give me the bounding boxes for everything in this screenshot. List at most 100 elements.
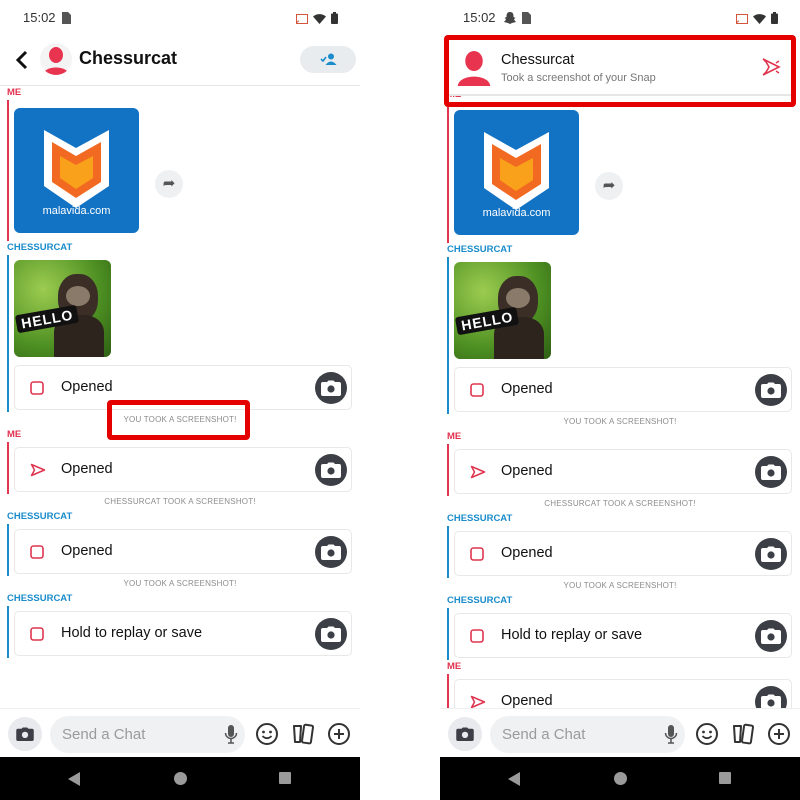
screenshot-notice: CHESSURCAT TOOK A SCREENSHOT! (544, 499, 696, 508)
snapchat-ghost-icon (504, 11, 516, 29)
add-plus-icon[interactable] (327, 722, 351, 746)
microphone-icon[interactable] (224, 725, 238, 750)
microphone-icon[interactable] (664, 725, 678, 750)
nav-back-icon[interactable] (66, 771, 82, 792)
snap-status-text: Opened (501, 693, 553, 709)
stickers-icon[interactable] (291, 722, 315, 746)
snap-message-card[interactable]: Opened (14, 529, 352, 574)
wifi-icon (313, 11, 326, 29)
chat-thread[interactable]: ME malavida.com ➦ CHESSURCAT HELLO Opened YOU … (440, 88, 800, 710)
chat-input[interactable]: Send a Chat (50, 716, 245, 753)
android-nav-bar (0, 757, 360, 800)
sender-label: CHESSURCAT (7, 593, 73, 604)
nav-home-icon[interactable] (613, 771, 628, 791)
camera-reply-button[interactable] (315, 372, 347, 404)
message-group: Opened (447, 674, 800, 710)
screenshot-notice: YOU TOOK A SCREENSHOT! (563, 417, 677, 426)
sender-label: ME (7, 87, 22, 98)
back-chevron-icon[interactable] (11, 47, 33, 73)
camera-reply-button[interactable] (755, 538, 787, 570)
add-friend-button[interactable] (300, 46, 356, 73)
battery-icon (331, 11, 338, 29)
snap-message-card[interactable]: Opened (14, 447, 352, 492)
snap-message-card[interactable]: Opened (454, 367, 792, 412)
snap-status-text: Opened (501, 381, 553, 397)
sender-label: CHESSURCAT (447, 595, 513, 606)
status-time: 15:02 (23, 10, 56, 25)
received-square-icon (470, 547, 484, 561)
malavida-logo-text: malavida.com (42, 205, 111, 217)
wifi-icon (753, 11, 766, 29)
sender-label: ME (7, 429, 22, 440)
camera-reply-button[interactable] (315, 618, 347, 650)
camera-reply-button[interactable] (315, 536, 347, 568)
snap-message-card[interactable]: Opened (454, 449, 792, 494)
monkey-image-snap[interactable]: HELLO (14, 260, 111, 357)
sent-arrow-icon (30, 463, 46, 477)
add-plus-icon[interactable] (767, 722, 791, 746)
camera-reply-button[interactable] (755, 456, 787, 488)
screenshot-notice: YOU TOOK A SCREENSHOT! (123, 415, 237, 424)
chat-title[interactable]: Chessurcat (79, 48, 177, 69)
message-group: Hold to replay or save (7, 606, 360, 658)
monkey-image-snap[interactable]: HELLO (454, 262, 551, 359)
sender-label: ME (447, 661, 462, 672)
emoji-icon[interactable] (695, 722, 719, 746)
malavida-logo-text: malavida.com (482, 207, 551, 219)
screenshot-arrow-icon (762, 58, 782, 81)
camera-reply-button[interactable] (315, 454, 347, 486)
chat-input-placeholder: Send a Chat (62, 726, 146, 743)
camera-reply-button[interactable] (755, 620, 787, 652)
snap-message-card[interactable]: Opened (14, 365, 352, 410)
sender-label: CHESSURCAT (7, 242, 73, 253)
snap-message-card[interactable]: Hold to replay or save (454, 613, 792, 658)
screenshot-notice: YOU TOOK A SCREENSHOT! (123, 579, 237, 588)
camera-button[interactable] (8, 717, 42, 751)
screenshot-notification-banner[interactable]: Chessurcat Took a screenshot of your Snap (446, 38, 794, 96)
chat-header: Chessurcat (0, 35, 360, 86)
sender-label: CHESSURCAT (7, 511, 73, 522)
camera-reply-button[interactable] (755, 686, 787, 710)
emoji-icon[interactable] (255, 722, 279, 746)
screenshot-notice: YOU TOOK A SCREENSHOT! (563, 581, 677, 590)
camera-button[interactable] (448, 717, 482, 751)
message-group: HELLO Opened (447, 257, 800, 414)
chat-input[interactable]: Send a Chat (490, 716, 685, 753)
nav-home-icon[interactable] (173, 771, 188, 791)
stickers-icon[interactable] (731, 722, 755, 746)
malavida-image-snap[interactable]: malavida.com (14, 108, 139, 233)
snap-message-card[interactable]: Hold to replay or save (14, 611, 352, 656)
sender-label: CHESSURCAT (447, 513, 513, 524)
snap-message-card[interactable]: Opened (454, 531, 792, 576)
message-group: Opened (447, 444, 800, 496)
notification-avatar (454, 44, 494, 93)
screenshot-notice: CHESSURCAT TOOK A SCREENSHOT! (104, 497, 256, 506)
message-group: Opened (7, 524, 360, 576)
snap-status-text: Hold to replay or save (61, 625, 203, 641)
snap-message-card[interactable]: Opened (454, 679, 792, 710)
cast-icon (736, 11, 748, 29)
snap-status-text: Opened (501, 545, 553, 561)
battery-icon (771, 11, 778, 29)
sent-arrow-icon (470, 695, 486, 709)
message-group: Opened (7, 442, 360, 494)
nav-recents-icon[interactable] (718, 771, 732, 790)
message-group: Hold to replay or save (447, 608, 800, 660)
status-time: 15:02 (463, 10, 496, 25)
chat-thread[interactable]: ME malavida.com ➦ CHESSURCAT HELLO Opened YOU … (0, 86, 360, 708)
snap-status-text: Opened (61, 379, 113, 395)
sim-card-icon (62, 11, 71, 29)
status-icons (296, 11, 338, 29)
message-group: malavida.com ➦ (447, 102, 800, 243)
message-group: HELLO Opened (7, 255, 360, 412)
camera-reply-button[interactable] (755, 374, 787, 406)
nav-recents-icon[interactable] (278, 771, 292, 790)
share-button[interactable]: ➦ (595, 172, 623, 200)
friend-avatar[interactable] (40, 43, 72, 75)
share-button[interactable]: ➦ (155, 170, 183, 198)
sender-label: CHESSURCAT (447, 244, 513, 255)
malavida-image-snap[interactable]: malavida.com (454, 110, 579, 235)
chat-composer: Send a Chat (0, 708, 360, 757)
received-square-icon (470, 383, 484, 397)
nav-back-icon[interactable] (506, 771, 522, 792)
